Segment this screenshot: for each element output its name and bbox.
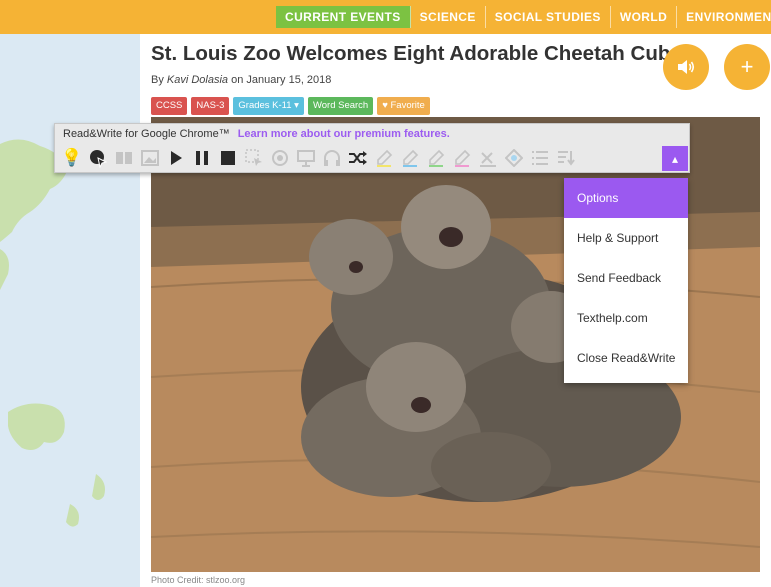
plus-icon: + (740, 54, 754, 79)
nav-environment[interactable]: ENVIRONMENT (677, 6, 771, 28)
main-nav: CURRENT EVENTS SCIENCE SOCIAL STUDIES WO… (276, 6, 771, 28)
nav-science[interactable]: SCIENCE (411, 6, 486, 28)
highlighter-yellow-icon[interactable] (371, 146, 397, 170)
menu-item-close-readwrite[interactable]: Close Read&Write (564, 338, 688, 378)
menu-item-texthelp[interactable]: Texthelp.com (564, 298, 688, 338)
highlighter-pink-icon[interactable] (449, 146, 475, 170)
nav-world[interactable]: WORLD (611, 6, 678, 28)
readwrite-menu: Options Help & Support Send Feedback Tex… (564, 178, 688, 383)
presentation-icon[interactable] (293, 146, 319, 170)
clear-highlights-icon[interactable] (475, 146, 501, 170)
lightbulb-icon[interactable]: 💡 (59, 146, 85, 170)
readwrite-toolbar: Read&Write for Google Chrome™ Learn more … (54, 123, 690, 173)
talk-cursor-icon[interactable] (85, 146, 111, 170)
grades-dropdown[interactable]: Grades K-11 ▾ (233, 97, 304, 115)
tag-nas[interactable]: NAS-3 (191, 97, 230, 115)
byline-date: on January 15, 2018 (228, 74, 332, 86)
collect-highlights-icon[interactable] (501, 146, 527, 170)
highlighter-blue-icon[interactable] (397, 146, 423, 170)
toolbar-icons: 💡 (59, 145, 579, 171)
chevron-up-icon: ▴ (671, 151, 679, 166)
toolbar-header: Read&Write for Google Chrome™ Learn more … (63, 128, 450, 140)
author-link[interactable]: Kavi Dolasia (167, 74, 228, 86)
voice-note-icon[interactable] (267, 146, 293, 170)
toolbar-menu-toggle[interactable]: ▴ (662, 146, 688, 171)
menu-item-help-support[interactable]: Help & Support (564, 218, 688, 258)
article-byline: By Kavi Dolasia on January 15, 2018 (151, 74, 331, 86)
byline-prefix: By (151, 74, 167, 86)
shuffle-icon[interactable] (345, 146, 371, 170)
menu-item-options[interactable]: Options (564, 178, 688, 218)
word-search-tag[interactable]: Word Search (307, 97, 374, 115)
nav-current-events[interactable]: CURRENT EVENTS (276, 6, 411, 28)
add-button[interactable]: + (724, 44, 770, 90)
sort-list-icon[interactable] (553, 146, 579, 170)
photo-credit: Photo Credit: stlzoo.org (151, 575, 246, 585)
dictionary-icon[interactable] (111, 146, 137, 170)
pause-icon[interactable] (189, 146, 215, 170)
speaker-icon (678, 60, 695, 74)
listen-button[interactable] (663, 44, 709, 90)
headphones-icon[interactable] (319, 146, 345, 170)
highlighter-green-icon[interactable] (423, 146, 449, 170)
map-land-shapes (0, 139, 105, 527)
screenshot-reader-icon[interactable] (241, 146, 267, 170)
menu-item-send-feedback[interactable]: Send Feedback (564, 258, 688, 298)
vocabulary-list-icon[interactable] (527, 146, 553, 170)
play-icon[interactable] (163, 146, 189, 170)
picture-dictionary-icon[interactable] (137, 146, 163, 170)
favorite-tag[interactable]: ♥ Favorite (377, 97, 430, 115)
tag-ccss[interactable]: CCSS (151, 97, 188, 115)
toolbar-title: Read&Write for Google Chrome™ (63, 128, 230, 140)
stop-icon[interactable] (215, 146, 241, 170)
top-bar: CURRENT EVENTS SCIENCE SOCIAL STUDIES WO… (0, 0, 771, 34)
article-title: St. Louis Zoo Welcomes Eight Adorable Ch… (151, 42, 682, 65)
tag-list: CCSS NAS-3 Grades K-11 ▾ Word Search ♥ F… (151, 97, 430, 115)
premium-features-link[interactable]: Learn more about our premium features. (238, 128, 450, 140)
nav-social-studies[interactable]: SOCIAL STUDIES (486, 6, 611, 28)
world-map (0, 34, 140, 587)
